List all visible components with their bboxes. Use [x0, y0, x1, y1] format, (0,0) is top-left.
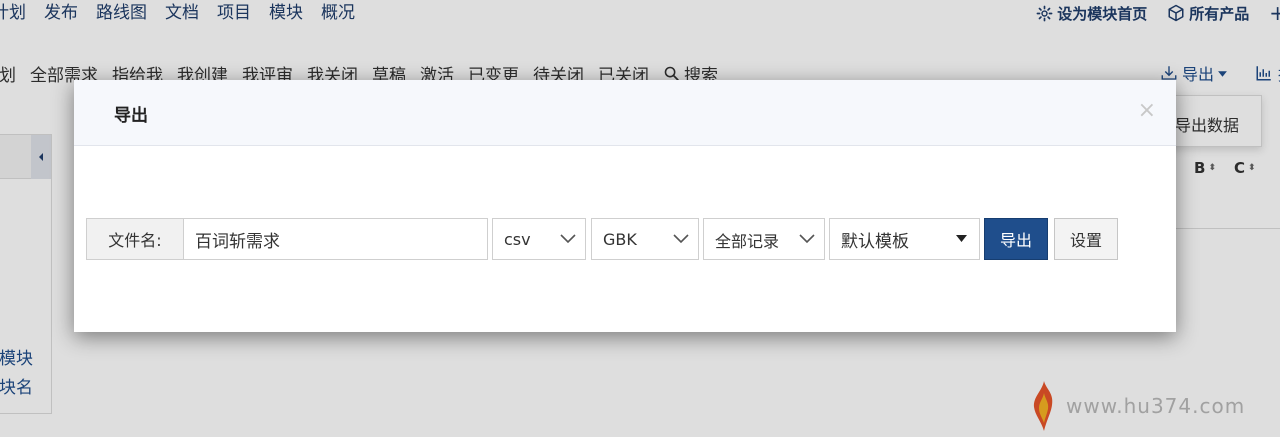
modal-header: 导出 ×: [74, 80, 1176, 146]
chevron-down-icon: [673, 234, 689, 244]
filename-input[interactable]: [184, 218, 488, 260]
settings-button[interactable]: 设置: [1054, 218, 1118, 260]
records-scope-select[interactable]: 全部记录: [703, 218, 825, 260]
caret-down-icon: [956, 235, 967, 242]
filename-label: 文件名:: [86, 218, 184, 260]
file-format-value: csv: [504, 229, 531, 249]
chevron-down-icon: [799, 234, 815, 244]
template-select[interactable]: 默认模板: [829, 218, 980, 260]
modal-title: 导出: [114, 106, 148, 126]
template-value: 默认模板: [841, 231, 909, 252]
close-icon[interactable]: ×: [1138, 99, 1156, 123]
records-scope-value: 全部记录: [715, 232, 780, 251]
encoding-select[interactable]: GBK: [591, 218, 699, 260]
file-format-select[interactable]: csv: [492, 218, 586, 260]
export-button[interactable]: 导出: [984, 218, 1048, 260]
export-modal: 导出 × 文件名: csv GBK 全部记录 默认模板 导出 设置: [74, 80, 1176, 332]
encoding-value: GBK: [603, 229, 637, 249]
chevron-down-icon: [560, 234, 576, 244]
